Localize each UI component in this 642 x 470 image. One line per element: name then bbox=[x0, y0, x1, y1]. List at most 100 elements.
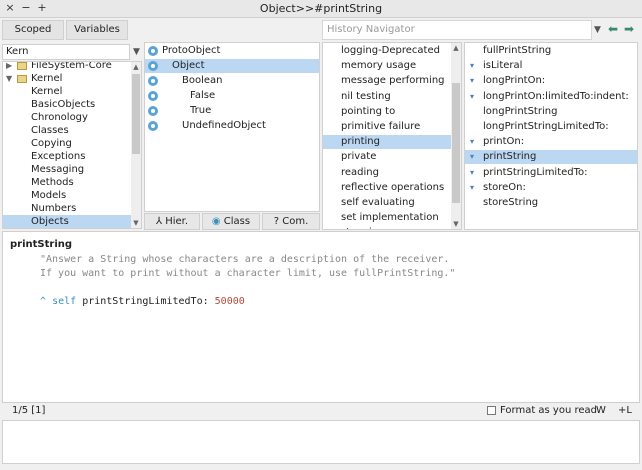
forward-arrow-icon[interactable]: ➡ bbox=[624, 22, 634, 36]
package-item[interactable]: Objects bbox=[3, 215, 131, 228]
lower-text-pane[interactable] bbox=[2, 420, 640, 464]
package-filter-input[interactable]: Kern bbox=[2, 44, 130, 60]
protocol-item[interactable]: reading bbox=[323, 166, 451, 180]
protocol-item[interactable]: primitive failure bbox=[323, 120, 451, 134]
format-as-you-read-label: Format as you read bbox=[500, 405, 598, 416]
scroll-down-icon[interactable]: ▼ bbox=[451, 219, 461, 229]
class-item[interactable]: Object bbox=[145, 59, 319, 73]
history-dropdown-icon[interactable]: ▼ bbox=[594, 24, 604, 36]
method-item[interactable]: storeString bbox=[465, 196, 637, 210]
package-folder-icon bbox=[17, 75, 27, 83]
line-numbers-toggle[interactable]: +L bbox=[618, 403, 632, 419]
number-literal: 50000 bbox=[214, 296, 245, 307]
protocol-item[interactable]: reflective operations bbox=[323, 181, 451, 195]
protocol-list[interactable]: ▲ ▼ logging-Deprecated memory usage messag… bbox=[322, 42, 462, 230]
protocol-item[interactable]: logging-Deprecated bbox=[323, 44, 451, 58]
protocol-item[interactable]: stepping bbox=[323, 226, 451, 229]
package-item[interactable]: Numbers bbox=[3, 202, 131, 216]
method-label: longPrintOn:limitedTo:indent: bbox=[483, 90, 629, 102]
package-tag-label: Numbers bbox=[31, 203, 77, 214]
variables-button[interactable]: Variables bbox=[66, 20, 128, 40]
package-item[interactable]: Copying bbox=[3, 137, 131, 151]
comment-button[interactable]: ? Com. bbox=[262, 213, 320, 230]
scoped-button[interactable]: Scoped bbox=[2, 20, 64, 40]
package-item[interactable]: Models bbox=[3, 189, 131, 203]
protocol-scrollbar[interactable]: ▲ ▼ bbox=[451, 43, 461, 229]
package-label: Kernel bbox=[31, 73, 63, 84]
protocol-item[interactable]: private bbox=[323, 150, 451, 164]
scroll-up-icon[interactable]: ▲ bbox=[451, 43, 461, 53]
package-item[interactable]: Classes bbox=[3, 124, 131, 138]
package-tag-label: Messaging bbox=[31, 164, 85, 175]
class-item[interactable]: True bbox=[145, 104, 319, 118]
wrap-toggle[interactable]: W bbox=[596, 403, 606, 419]
method-selector: printString bbox=[10, 239, 73, 250]
package-tag-label: BasicObjects bbox=[31, 99, 96, 110]
override-arrow-icon: ▾ bbox=[470, 182, 475, 192]
package-scrollbar[interactable]: ▲ ▼ bbox=[131, 62, 141, 228]
package-item[interactable]: Methods bbox=[3, 176, 131, 190]
method-label: printStringLimitedTo: bbox=[483, 166, 588, 178]
protocol-item[interactable]: printing bbox=[323, 135, 451, 150]
package-filter-dropdown-icon[interactable]: ▼ bbox=[131, 44, 142, 60]
class-label: ProtoObject bbox=[162, 45, 221, 56]
package-item[interactable]: BasicObjects bbox=[3, 98, 131, 112]
package-item[interactable]: Messaging bbox=[3, 163, 131, 177]
package-item[interactable]: Exceptions bbox=[3, 150, 131, 164]
method-item[interactable]: ▾ longPrintOn:limitedTo:indent: bbox=[465, 90, 637, 104]
class-icon bbox=[148, 61, 158, 71]
package-item[interactable]: Chronology bbox=[3, 111, 131, 125]
package-item[interactable]: ▼ Kernel bbox=[3, 72, 131, 86]
class-icon bbox=[148, 46, 158, 56]
scroll-thumb[interactable] bbox=[452, 83, 460, 203]
scroll-down-icon[interactable]: ▼ bbox=[131, 218, 141, 228]
package-tag-label: Copying bbox=[31, 138, 72, 149]
method-label: printString bbox=[483, 151, 537, 163]
method-label: storeString bbox=[483, 197, 539, 208]
protocol-label: pointing to bbox=[341, 105, 396, 117]
protocol-label: stepping bbox=[341, 226, 384, 229]
back-arrow-icon[interactable]: ⬅ bbox=[608, 22, 618, 36]
protocol-item[interactable]: pointing to bbox=[323, 105, 451, 119]
class-list[interactable]: ProtoObject Object Boolean False True Undefin… bbox=[144, 42, 320, 212]
class-item[interactable]: False bbox=[145, 89, 319, 103]
collapse-icon[interactable]: ▼ bbox=[6, 72, 12, 86]
override-arrow-icon: ▾ bbox=[470, 61, 475, 71]
protocol-label: nil testing bbox=[341, 90, 391, 102]
method-body-line: ^ self printStringLimitedTo: 50000 bbox=[40, 295, 245, 309]
class-item[interactable]: UndefinedObject bbox=[145, 119, 319, 133]
hierarchy-button[interactable]: ⅄ Hier. bbox=[144, 213, 200, 230]
package-list[interactable]: ▲ ▼ ▶ FileSystem-Core ▼ Kernel Kernel BasicOb… bbox=[2, 61, 142, 229]
method-item[interactable]: ▾ longPrintOn: bbox=[465, 74, 637, 88]
protocol-item[interactable]: nil testing bbox=[323, 90, 451, 104]
protocol-item[interactable]: self evaluating bbox=[323, 196, 451, 210]
scroll-thumb[interactable] bbox=[132, 74, 140, 154]
cursor-position: 1/5 [1] bbox=[12, 405, 46, 416]
method-list[interactable]: fullPrintString ▾ isLiteral ▾ longPrintOn: ▾ l… bbox=[464, 42, 638, 230]
package-item[interactable]: Kernel bbox=[3, 85, 131, 99]
protocol-label: printing bbox=[341, 136, 380, 148]
protocol-item[interactable]: set implementation bbox=[323, 211, 451, 225]
package-tag-label: Models bbox=[31, 190, 67, 201]
method-item[interactable]: ▾ printStringLimitedTo: bbox=[465, 166, 637, 180]
self-keyword: self bbox=[52, 296, 77, 307]
scroll-up-icon[interactable]: ▲ bbox=[131, 62, 141, 72]
method-label: printOn: bbox=[483, 136, 525, 148]
method-item[interactable]: longPrintStringLimitedTo: bbox=[465, 120, 637, 134]
method-item[interactable]: ▾ printString bbox=[465, 150, 637, 165]
method-item[interactable]: ▾ isLiteral bbox=[465, 59, 637, 73]
protocol-label: private bbox=[341, 151, 377, 163]
method-item[interactable]: fullPrintString bbox=[465, 44, 637, 58]
class-side-button[interactable]: ◉ Class bbox=[202, 213, 260, 230]
format-as-you-read-checkbox[interactable] bbox=[487, 406, 496, 415]
history-navigator-input[interactable]: History Navigator bbox=[322, 20, 592, 40]
class-item[interactable]: Boolean bbox=[145, 74, 319, 88]
method-item[interactable]: ▾ storeOn: bbox=[465, 181, 637, 195]
method-item[interactable]: longPrintString bbox=[465, 105, 637, 119]
method-item[interactable]: ▾ printOn: bbox=[465, 135, 637, 149]
protocol-item[interactable]: memory usage bbox=[323, 59, 451, 73]
code-editor[interactable]: printString "Answer a String whose chara… bbox=[2, 231, 640, 403]
override-arrow-icon: ▾ bbox=[470, 76, 475, 86]
class-item[interactable]: ProtoObject bbox=[145, 44, 319, 58]
protocol-item[interactable]: message performing bbox=[323, 74, 451, 88]
